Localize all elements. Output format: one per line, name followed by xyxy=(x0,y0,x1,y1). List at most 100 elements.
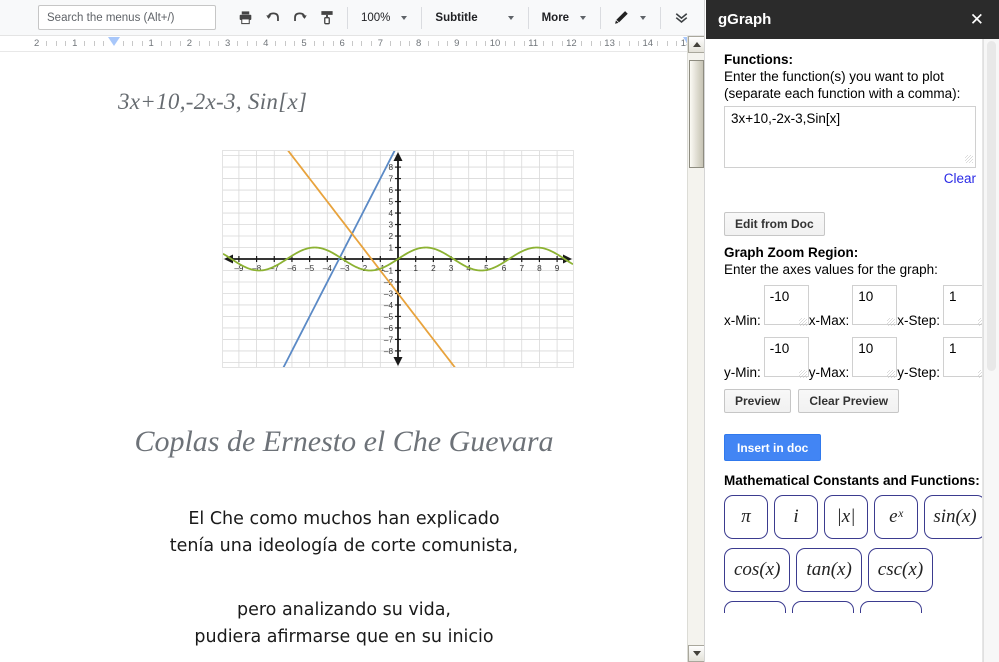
close-icon[interactable]: ✕ xyxy=(967,9,987,30)
ruler-number: 12 xyxy=(566,38,577,49)
math-buttons-row-2: cos(x) tan(x) csc(x) xyxy=(724,548,983,592)
document-canvas[interactable]: 3x+10,-2x-3, Sin[x] –9 –8 –7 –6 –5 –4 –3 –2 –1 1 2… xyxy=(0,53,688,662)
svg-text:6: 6 xyxy=(502,264,507,273)
document-scrollbar[interactable] xyxy=(687,36,704,662)
ruler-minor-tick xyxy=(160,41,162,46)
scroll-down-arrow-icon[interactable] xyxy=(688,645,704,662)
zoom-level-control[interactable]: 100% xyxy=(351,0,418,36)
clear-preview-button[interactable]: Clear Preview xyxy=(798,389,900,413)
paint-format-icon[interactable] xyxy=(313,5,340,31)
ruler-minor-tick xyxy=(323,41,325,46)
math-buttons-row-3-clipped xyxy=(724,601,983,613)
math-button-csc[interactable]: csc(x) xyxy=(867,548,934,592)
ruler-minor-tick xyxy=(284,41,286,46)
sidebar-scrollbar[interactable] xyxy=(983,39,999,662)
sidebar-scrollbar-thumb[interactable] xyxy=(987,41,996,371)
inserted-graph-image[interactable]: –9 –8 –7 –6 –5 –4 –3 –2 –1 1 2 3 4 5 6 7 8 9 –8 –7 –6 –5 –4 –3–… xyxy=(222,150,574,368)
svg-text:–8: –8 xyxy=(252,264,262,273)
x-step-input[interactable] xyxy=(943,285,983,325)
math-button-abs[interactable]: |x| xyxy=(824,495,868,539)
ruler-minor-tick xyxy=(351,41,353,46)
svg-text:–4: –4 xyxy=(323,264,333,273)
ruler-number: 4 xyxy=(263,38,269,49)
x-step-label: x-Step: xyxy=(897,313,941,328)
more-menu-label: More xyxy=(541,11,570,24)
document-paragraph: El Che como muchos han explicado xyxy=(188,509,500,529)
paragraph-style-control[interactable]: Subtitle xyxy=(425,0,524,36)
ruler-number: 3 xyxy=(224,38,231,49)
x-max-resize-grip[interactable] xyxy=(887,318,896,326)
document-ruler[interactable]: 2 1 1 2 3 4 5 6 7 8 9 10 11 12 13 14 15 xyxy=(0,36,704,52)
textarea-resize-grip[interactable] xyxy=(965,155,973,163)
ruler-number: 13 xyxy=(604,38,615,49)
document-function-text: 3x+10,-2x-3, Sin[x] xyxy=(118,89,308,114)
scroll-up-arrow-icon[interactable] xyxy=(688,36,704,53)
toolbar-divider xyxy=(527,6,529,29)
insert-in-doc-button[interactable]: Insert in doc xyxy=(724,434,822,461)
ruler-ticks: 2 1 1 2 3 4 5 6 7 8 9 10 11 12 13 14 15 xyxy=(0,36,704,51)
math-button-exp[interactable]: eˣ xyxy=(874,495,918,539)
clear-functions-link[interactable]: Clear xyxy=(724,171,976,186)
ruler-minor-tick xyxy=(256,41,258,46)
search-menus-input[interactable]: Search the menus (Alt+/) xyxy=(38,5,216,30)
ruler-number: 10 xyxy=(489,38,501,49)
math-buttons-grid: π i |x| eˣ sin(x) cos(x) tan(x) csc(x) xyxy=(724,495,983,613)
math-button-tan[interactable]: tan(x) xyxy=(796,548,862,592)
docs-toolbar: Search the menus (Alt+/) 100% Subtitle M… xyxy=(0,0,704,36)
ruler-minor-tick xyxy=(55,41,57,46)
indent-marker-icon[interactable] xyxy=(108,37,120,46)
undo-icon[interactable] xyxy=(259,5,286,31)
chevron-down-icon xyxy=(640,15,647,20)
y-max-resize-grip[interactable] xyxy=(887,370,896,378)
svg-text:–6: –6 xyxy=(384,324,394,333)
y-step-input[interactable] xyxy=(943,337,983,377)
graph-svg: –9 –8 –7 –6 –5 –4 –3 –2 –1 1 2 3 4 5 6 7 8 9–8–7–6–5–4–3–… xyxy=(223,151,573,367)
print-icon[interactable] xyxy=(232,5,259,31)
svg-text:–3: –3 xyxy=(384,289,394,298)
ruler-minor-tick xyxy=(676,41,678,46)
toolbar-divider xyxy=(600,6,602,29)
ruler-minor-tick xyxy=(409,41,411,46)
x-min-resize-grip[interactable] xyxy=(798,318,807,326)
preview-button[interactable]: Preview xyxy=(724,389,792,413)
ruler-minor-tick xyxy=(198,41,200,46)
search-menus-placeholder: Search the menus (Alt+/) xyxy=(47,11,175,24)
sidebar-title: gGraph xyxy=(718,11,772,28)
double-chevron-down-icon[interactable] xyxy=(668,5,695,31)
math-button-cos[interactable]: cos(x) xyxy=(724,548,791,592)
chevron-down-icon xyxy=(580,15,587,20)
ruler-minor-tick xyxy=(361,41,363,46)
ruler-minor-tick xyxy=(275,41,277,46)
svg-text:–8: –8 xyxy=(384,347,394,356)
ruler-number: 9 xyxy=(454,38,460,49)
math-buttons-row-1: π i |x| eˣ sin(x) xyxy=(724,495,983,539)
edit-from-doc-button[interactable]: Edit from Doc xyxy=(724,212,825,236)
preview-buttons-row: Preview Clear Preview xyxy=(724,389,983,413)
ruler-number: 5 xyxy=(301,38,307,49)
document-paragraph: pero analizando su vida, xyxy=(237,600,451,620)
ruler-number: 7 xyxy=(377,38,384,49)
math-button-hidden-1[interactable] xyxy=(724,601,786,613)
ruler-minor-tick xyxy=(475,41,477,46)
editing-mode-control[interactable] xyxy=(604,0,657,36)
y-min-resize-grip[interactable] xyxy=(798,370,807,378)
math-button-hidden-2[interactable] xyxy=(792,601,854,613)
math-button-hidden-3[interactable] xyxy=(860,601,922,613)
functions-input[interactable] xyxy=(724,106,976,168)
more-menu-control[interactable]: More xyxy=(532,0,597,36)
math-button-sin[interactable]: sin(x) xyxy=(924,495,983,539)
toolbar-divider xyxy=(660,6,662,29)
scrollbar-thumb[interactable] xyxy=(689,60,704,168)
pencil-icon[interactable] xyxy=(608,5,635,31)
sidebar-body: Functions: Enter the function(s) you wan… xyxy=(706,39,983,662)
ruler-minor-tick xyxy=(370,41,372,46)
ruler-minor-tick xyxy=(208,41,210,46)
math-button-pi[interactable]: π xyxy=(724,495,768,539)
ruler-minor-tick xyxy=(657,41,659,46)
ruler-minor-tick xyxy=(523,41,525,46)
svg-text:6: 6 xyxy=(388,186,393,195)
math-button-i[interactable]: i xyxy=(774,495,818,539)
ruler-minor-tick xyxy=(332,41,334,46)
zoom-level-value: 100% xyxy=(361,11,391,24)
redo-icon[interactable] xyxy=(286,5,313,31)
